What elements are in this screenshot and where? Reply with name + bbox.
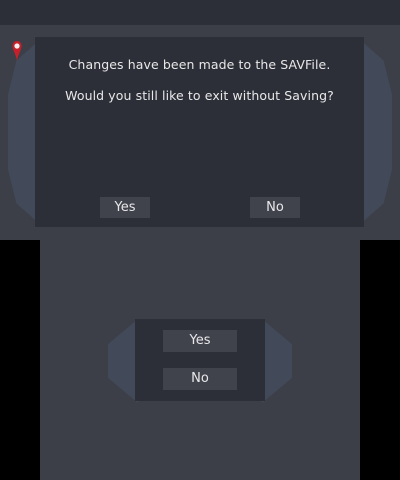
map-pin-icon [12,41,22,61]
dialog-yes-button[interactable]: Yes [100,197,150,218]
right-panel-decoration [262,319,292,403]
confirm-exit-dialog: Changes have been made to the SAVFile. W… [35,37,364,227]
top-screen: Changes have been made to the SAVFile. W… [0,0,400,240]
dialog-no-button[interactable]: No [250,197,300,218]
dialog-message-line1: Changes have been made to the SAVFile. [68,57,331,72]
left-panel-decoration [108,319,138,403]
top-status-bar [0,0,400,25]
touch-choice-panel: Yes No [135,319,265,401]
touch-yes-button[interactable]: Yes [163,330,237,352]
bottom-touch-screen: Yes No [40,240,360,480]
dialog-message-line2: Would you still like to exit without Sav… [65,88,334,103]
touch-no-button[interactable]: No [163,368,237,390]
